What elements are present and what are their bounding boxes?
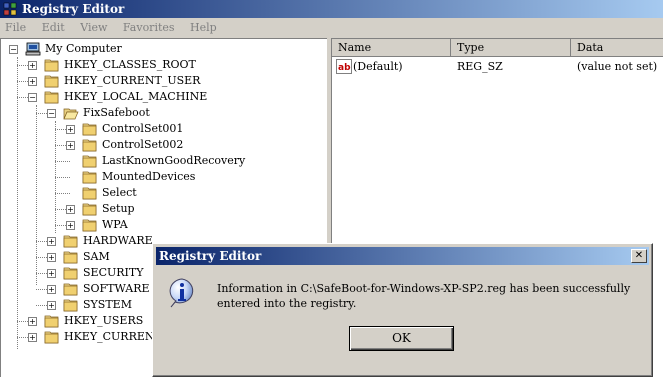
tree-item-label: HKEY_USERS xyxy=(64,314,144,327)
tree-connector xyxy=(55,161,70,162)
tree-item-label: Setup xyxy=(102,202,135,215)
tree-item-label: HARDWARE xyxy=(83,234,153,247)
string-value-icon: ab xyxy=(336,59,352,74)
expand-icon[interactable]: + xyxy=(66,125,75,134)
tree-item[interactable]: + Setup xyxy=(1,201,327,217)
folder-icon xyxy=(63,266,79,280)
tree-item-label: LastKnownGoodRecovery xyxy=(102,154,246,167)
collapse-icon[interactable]: − xyxy=(47,109,56,118)
expand-icon[interactable]: + xyxy=(47,253,56,262)
value-data: (value not set) xyxy=(577,60,658,73)
window-title: Registry Editor xyxy=(22,2,125,16)
column-header-name[interactable]: Name xyxy=(332,39,451,57)
open-folder-icon xyxy=(63,106,79,120)
tree-item-label: SAM xyxy=(83,250,110,263)
menu-bar: File Edit View Favorites Help xyxy=(0,18,663,38)
tree-item[interactable]: + ControlSet002 xyxy=(1,137,327,153)
tree-item[interactable]: LastKnownGoodRecovery xyxy=(1,153,327,169)
tree-item[interactable]: − My Computer xyxy=(1,41,327,57)
folder-icon xyxy=(82,138,98,152)
tree-item-label: HKEY_CURRENT_USER xyxy=(64,74,201,87)
tree-guide-line xyxy=(55,121,56,233)
expand-icon[interactable]: + xyxy=(28,77,37,86)
column-header-data[interactable]: Data xyxy=(571,39,663,57)
folder-icon xyxy=(82,170,98,184)
menu-file[interactable]: File xyxy=(5,21,26,34)
tree-guide-line xyxy=(17,57,18,349)
folder-icon xyxy=(44,90,60,104)
dialog-message: Information in C:\SafeBoot-for-Windows-X… xyxy=(217,282,631,310)
folder-icon xyxy=(44,74,60,88)
info-dialog: Registry Editor ✕ Information in C:\Safe… xyxy=(152,243,653,377)
folder-icon xyxy=(44,330,60,344)
tree-item-label: WPA xyxy=(102,218,128,231)
tree-item-label: ControlSet001 xyxy=(102,122,184,135)
value-type: REG_SZ xyxy=(457,60,503,73)
folder-icon xyxy=(63,298,79,312)
tree-item-label: HKEY_CURRENT xyxy=(64,330,162,343)
tree-item-label: ControlSet002 xyxy=(102,138,184,151)
tree-item-label: My Computer xyxy=(45,42,122,55)
tree-item[interactable]: + HKEY_CLASSES_ROOT xyxy=(1,57,327,73)
svg-text:ab: ab xyxy=(338,63,351,73)
title-bar: Registry Editor xyxy=(0,0,663,18)
folder-icon xyxy=(63,250,79,264)
expand-icon[interactable]: + xyxy=(28,61,37,70)
folder-icon xyxy=(63,282,79,296)
tree-item-label: FixSafeboot xyxy=(83,106,150,119)
tree-item[interactable]: − HKEY_LOCAL_MACHINE xyxy=(1,89,327,105)
tree-item[interactable]: + HKEY_CURRENT_USER xyxy=(1,73,327,89)
menu-edit[interactable]: Edit xyxy=(42,21,65,34)
tree-item[interactable]: + WPA xyxy=(1,217,327,233)
tree-guide-line xyxy=(36,105,37,285)
collapse-icon[interactable]: − xyxy=(28,93,37,102)
folder-icon xyxy=(82,186,98,200)
tree-item-label: HKEY_LOCAL_MACHINE xyxy=(64,90,208,103)
menu-favorites[interactable]: Favorites xyxy=(123,21,175,34)
expand-icon[interactable]: + xyxy=(28,333,37,342)
tree-item[interactable]: MountedDevices xyxy=(1,169,327,185)
expand-icon[interactable]: + xyxy=(47,237,56,246)
registry-editor-icon xyxy=(3,2,17,16)
value-name: (Default) xyxy=(353,60,403,73)
tree-item-label: MountedDevices xyxy=(102,170,196,183)
tree-item-label: HKEY_CLASSES_ROOT xyxy=(64,58,196,71)
folder-icon xyxy=(44,314,60,328)
expand-icon[interactable]: + xyxy=(47,269,56,278)
expand-icon[interactable]: + xyxy=(47,301,56,310)
tree-item[interactable]: Select xyxy=(1,185,327,201)
folder-icon xyxy=(63,234,79,248)
tree-item[interactable]: + ControlSet001 xyxy=(1,121,327,137)
expand-icon[interactable]: + xyxy=(66,205,75,214)
tree-item-label: SOFTWARE xyxy=(83,282,150,295)
tree-item-label: Select xyxy=(102,186,137,199)
menu-help[interactable]: Help xyxy=(190,21,217,34)
folder-icon xyxy=(82,154,98,168)
dialog-title: Registry Editor xyxy=(159,249,262,263)
dialog-title-bar[interactable]: Registry Editor ✕ xyxy=(156,247,649,265)
folder-icon xyxy=(82,202,98,216)
expand-icon[interactable]: + xyxy=(66,221,75,230)
tree-item-label: SECURITY xyxy=(83,266,144,279)
folder-icon xyxy=(44,58,60,72)
tree-item-label: SYSTEM xyxy=(83,298,132,311)
folder-icon xyxy=(82,122,98,136)
tree-item[interactable]: − FixSafeboot xyxy=(1,105,327,121)
column-header-type[interactable]: Type xyxy=(451,39,571,57)
computer-icon xyxy=(25,42,41,56)
expand-icon[interactable]: + xyxy=(47,285,56,294)
folder-icon xyxy=(82,218,98,232)
menu-view[interactable]: View xyxy=(80,21,107,34)
collapse-icon[interactable]: − xyxy=(9,45,18,54)
ok-button[interactable]: OK xyxy=(349,326,454,351)
info-icon xyxy=(169,278,194,308)
tree-connector xyxy=(55,193,70,194)
tree-connector xyxy=(55,177,70,178)
expand-icon[interactable]: + xyxy=(66,141,75,150)
close-button[interactable]: ✕ xyxy=(631,249,647,263)
expand-icon[interactable]: + xyxy=(28,317,37,326)
